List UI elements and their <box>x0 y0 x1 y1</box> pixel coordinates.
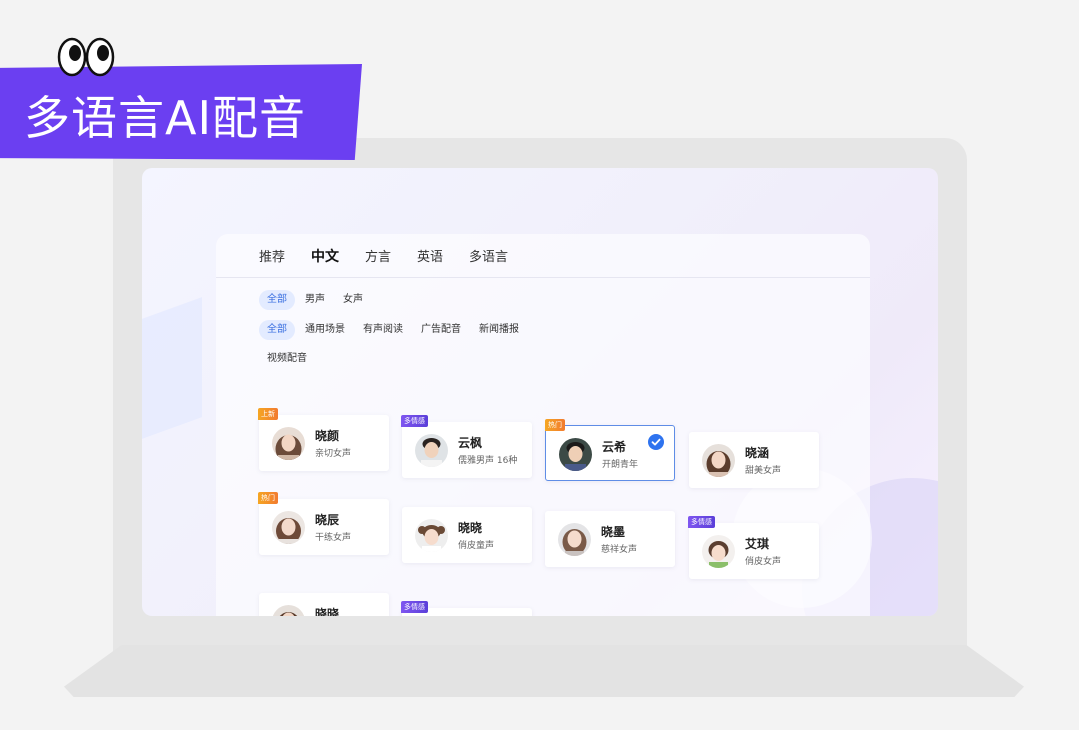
tab-dialect[interactable]: 方言 <box>365 246 391 265</box>
voice-name: 晓颜 <box>315 429 340 443</box>
voice-desc: 儒雅男声 16种 <box>458 456 518 466</box>
avatar <box>415 434 448 467</box>
voice-desc: 慈祥女声 <box>601 545 638 555</box>
scene-filter-row2: 视频配音 <box>259 349 317 369</box>
voice-card[interactable]: 多情感 艾琪 俏皮女声 <box>688 516 819 579</box>
check-icon <box>648 434 664 450</box>
filter-scene-general[interactable]: 通用场景 <box>297 320 353 340</box>
voice-name: 晓晓 <box>458 521 483 535</box>
avatar <box>559 438 592 471</box>
voice-card[interactable]: 晓晓 俏皮童声 <box>402 507 532 563</box>
tab-english[interactable]: 英语 <box>417 246 443 265</box>
avatar <box>272 427 305 460</box>
voice-badge: 热门 <box>545 419 565 431</box>
avatar <box>272 511 305 544</box>
avatar <box>415 519 448 552</box>
voice-badge: 上新 <box>258 408 278 420</box>
voice-desc: 干练女声 <box>315 533 352 543</box>
voice-desc: 亲切女声 <box>315 449 352 459</box>
tab-recommended[interactable]: 推荐 <box>259 246 285 265</box>
avatar <box>702 535 735 568</box>
filter-gender-all[interactable]: 全部 <box>259 290 295 310</box>
voice-desc: 甜美女声 <box>745 466 782 476</box>
voice-name: 艾琪 <box>745 537 770 551</box>
voice-desc: 俏皮童声 <box>458 541 495 551</box>
voice-card[interactable]: 上新 晓颜 亲切女声 <box>258 408 389 471</box>
voice-card[interactable]: 晓墨 慈祥女声 <box>545 511 675 567</box>
filter-scene-video[interactable]: 视频配音 <box>259 349 315 369</box>
voice-card[interactable]: 晓晓 <box>259 593 389 616</box>
voice-badge: 热门 <box>258 492 278 504</box>
voice-card[interactable]: 热门 晓辰 干练女声 <box>258 492 389 555</box>
voice-desc: 开朗青年 <box>602 460 639 470</box>
voice-badge: 多情感 <box>688 516 715 528</box>
voice-badge: 多情感 <box>401 415 428 427</box>
laptop-screen: 推荐 中文 方言 英语 多语言 全部 男声 女声 全部 通用场景 有声阅读 广告… <box>142 168 938 616</box>
scene-filter: 全部 通用场景 有声阅读 广告配音 新闻播报 <box>259 320 529 340</box>
background-shape <box>142 297 202 439</box>
avatar <box>558 523 591 556</box>
tab-multilingual[interactable]: 多语言 <box>469 246 508 265</box>
voice-picker-panel: 推荐 中文 方言 英语 多语言 全部 男声 女声 全部 通用场景 有声阅读 广告… <box>216 234 870 616</box>
voice-card[interactable]: 多情感 云枫 儒雅男声 16种 <box>401 415 532 478</box>
language-tabs: 推荐 中文 方言 英语 多语言 <box>216 234 870 278</box>
filter-scene-audiobook[interactable]: 有声阅读 <box>355 320 411 340</box>
banner-title: 多语言AI配音 <box>24 91 307 145</box>
voice-name: 云枫 <box>458 436 483 450</box>
avatar <box>272 605 305 616</box>
filter-scene-all[interactable]: 全部 <box>259 320 295 340</box>
filter-gender-male[interactable]: 男声 <box>297 290 333 310</box>
voice-name: 晓辰 <box>315 513 340 527</box>
voice-card[interactable]: 多情感 <box>401 601 532 616</box>
voice-name: 晓晓 <box>315 607 340 616</box>
filter-gender-female[interactable]: 女声 <box>335 290 371 310</box>
voice-card-selected[interactable]: 热门 云希 开朗青年 <box>545 419 675 481</box>
eyes-icon <box>57 37 115 77</box>
laptop-base <box>64 645 1024 697</box>
voice-name: 云希 <box>602 440 627 454</box>
filter-scene-news[interactable]: 新闻播报 <box>471 320 527 340</box>
tab-chinese[interactable]: 中文 <box>311 246 339 266</box>
voice-desc: 俏皮女声 <box>745 557 782 567</box>
voice-name: 晓墨 <box>601 525 626 539</box>
avatar <box>702 444 735 477</box>
voice-badge: 多情感 <box>401 601 428 613</box>
voice-name: 晓涵 <box>745 446 770 460</box>
voice-card[interactable]: 晓涵 甜美女声 <box>689 432 819 488</box>
gender-filter: 全部 男声 女声 <box>259 290 373 310</box>
filter-scene-advertising[interactable]: 广告配音 <box>413 320 469 340</box>
